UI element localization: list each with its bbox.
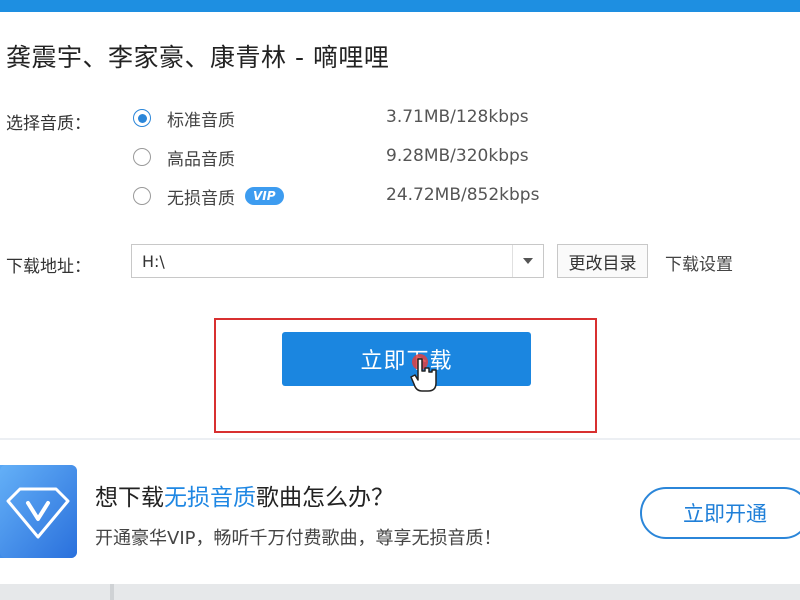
promo-title-highlight: 无损音质: [164, 485, 256, 511]
radio-unchecked-icon[interactable]: [133, 148, 151, 166]
bottom-scroll-strip: [0, 584, 800, 600]
section-divider: [0, 438, 800, 440]
radio-checked-icon[interactable]: [133, 109, 151, 127]
vip-badge: VIP: [245, 187, 284, 205]
quality-size-lossless: 24.72MB/852kbps: [386, 185, 540, 205]
vip-diamond-icon: [0, 465, 77, 558]
quality-label: 选择音质：: [6, 114, 91, 134]
radio-unchecked-icon[interactable]: [133, 187, 151, 205]
quality-size-high: 9.28MB/320kbps: [386, 146, 529, 166]
quality-option-high[interactable]: 高品音质: [133, 145, 235, 170]
promo-subtitle: 开通豪华VIP，畅听千万付费歌曲，尊享无损音质！: [95, 528, 502, 549]
hand-cursor-icon: [410, 354, 437, 392]
quality-option-lossless[interactable]: 无损音质 VIP: [133, 184, 284, 209]
promo-title-prefix: 想下载: [95, 485, 164, 511]
dropdown-button[interactable]: [512, 245, 543, 277]
quality-size-standard: 3.71MB/128kbps: [386, 107, 529, 127]
chevron-down-icon: [523, 258, 533, 264]
change-directory-button[interactable]: 更改目录: [557, 244, 648, 278]
open-vip-button[interactable]: 立即开通: [640, 487, 800, 539]
download-path-value: H:\: [142, 252, 165, 271]
window-title: 龚震宇、李家豪、康青林 - 嘀哩哩: [6, 43, 390, 72]
download-path-label: 下载地址：: [6, 257, 91, 277]
download-path-select[interactable]: H:\: [131, 244, 544, 278]
window-top-bar: [0, 0, 800, 12]
quality-option-label: 无损音质: [167, 188, 235, 209]
quality-option-label: 高品音质: [167, 149, 235, 170]
download-settings-link[interactable]: 下载设置: [665, 250, 733, 275]
quality-option-label: 标准音质: [167, 110, 235, 131]
promo-title: 想下载无损音质歌曲怎么办？: [95, 478, 394, 512]
quality-option-standard[interactable]: 标准音质: [133, 106, 235, 131]
download-now-button[interactable]: 立即下载: [282, 332, 531, 386]
promo-title-suffix: 歌曲怎么办？: [256, 485, 394, 511]
